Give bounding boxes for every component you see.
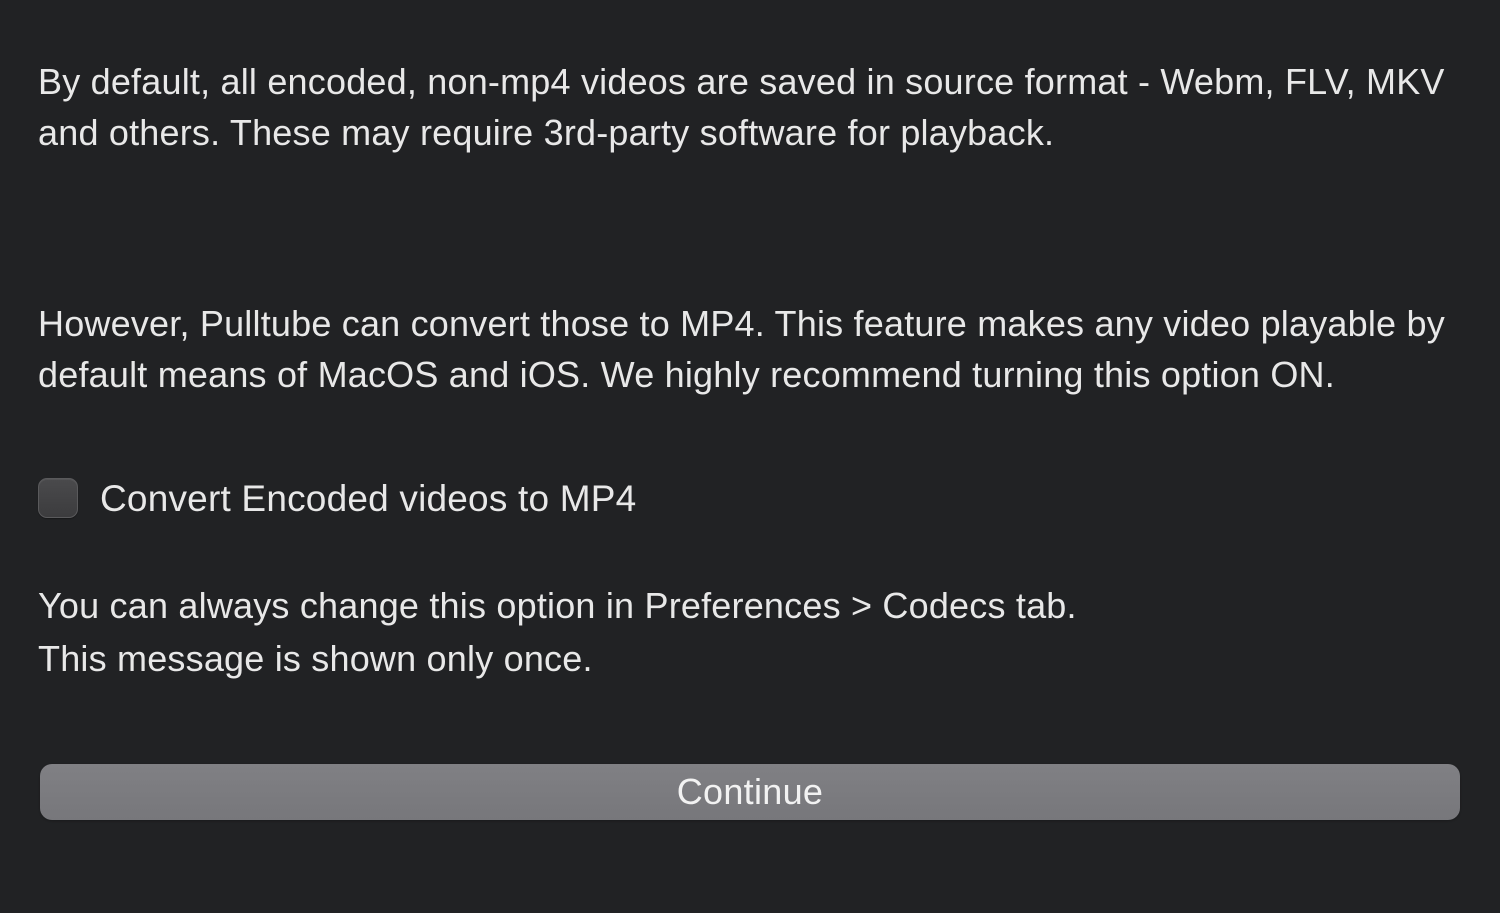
note-line-1: You can always change this option in Pre…	[38, 580, 1462, 632]
preferences-note: You can always change this option in Pre…	[38, 580, 1462, 684]
description-paragraph-1: By default, all encoded, non-mp4 videos …	[38, 56, 1462, 158]
note-line-2: This message is shown only once.	[38, 633, 1462, 685]
convert-checkbox-row: Convert Encoded videos to MP4	[38, 478, 1462, 518]
description-paragraph-2: However, Pulltube can convert those to M…	[38, 298, 1462, 400]
button-area: Continue	[40, 764, 1460, 820]
conversion-dialog: By default, all encoded, non-mp4 videos …	[0, 0, 1500, 913]
continue-button-label: Continue	[677, 771, 824, 813]
convert-checkbox-label: Convert Encoded videos to MP4	[100, 480, 636, 517]
continue-button[interactable]: Continue	[40, 764, 1460, 820]
convert-to-mp4-checkbox[interactable]	[38, 478, 78, 518]
